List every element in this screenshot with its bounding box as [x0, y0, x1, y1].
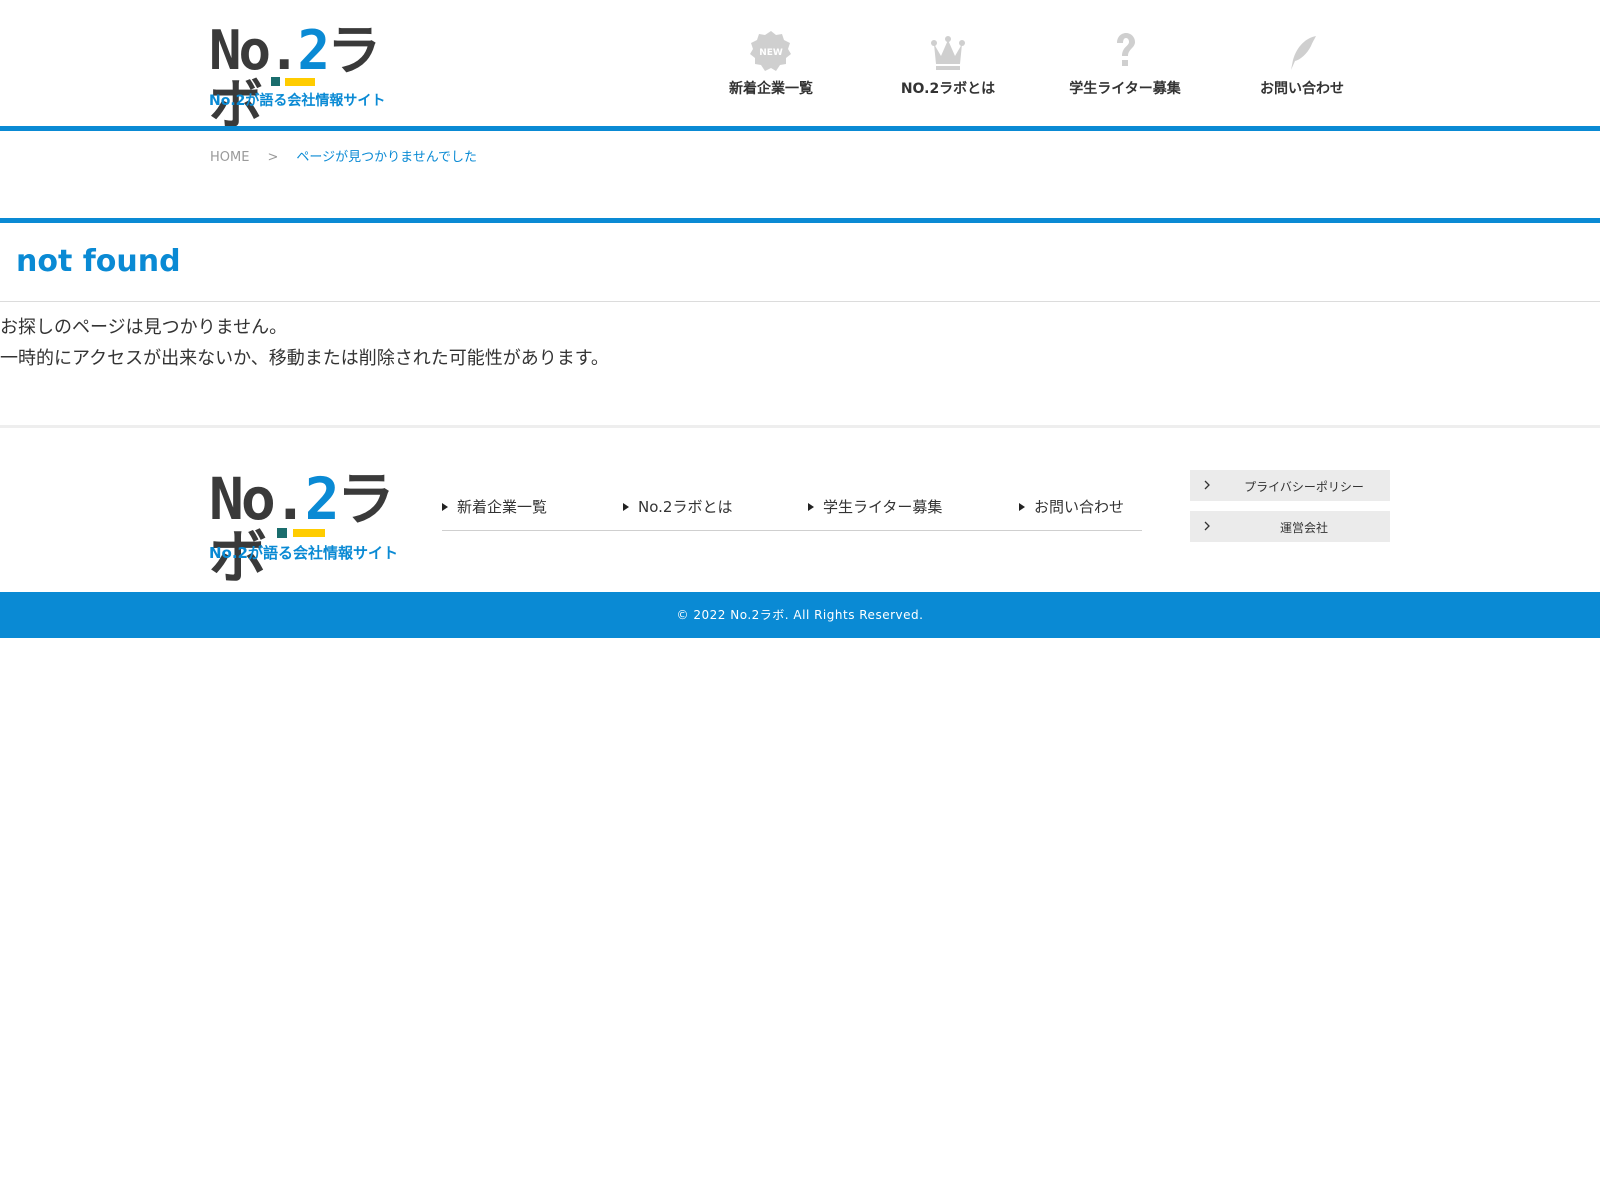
footer-logo-tagline: No.2が語る会社情報サイト [209, 544, 398, 562]
feather-pen-icon [1291, 36, 1316, 70]
privacy-policy-label: プライバシーポリシー [1244, 480, 1364, 494]
triangle-right-icon [1019, 503, 1025, 511]
nav-item-new-companies[interactable]: NEW 新着企業一覧 [696, 28, 846, 103]
footer-nav: 新着企業一覧 No.2ラボとは 学生ライター募集 お問い合わせ [442, 493, 1142, 531]
footer-divider [0, 425, 1600, 428]
triangle-right-icon [442, 503, 448, 511]
operating-company-label: 運営会社 [1279, 521, 1328, 535]
footer-nav-student-writer[interactable]: 学生ライター募集 [808, 496, 942, 517]
logo-square-mark [271, 77, 280, 86]
content-divider [0, 218, 1600, 223]
not-found-message-line1: お探しのページは見つかりません。 [0, 317, 288, 338]
page-title: not found [16, 244, 181, 279]
privacy-policy-button[interactable]: プライバシーポリシー [1190, 470, 1390, 501]
not-found-message-line2: 一時的にアクセスが出来ないか、移動または削除された可能性があります。 [0, 348, 609, 369]
main-nav: NEW 新着企業一覧 NO.2ラボとは 学生ライター募集 お問い合わせ [696, 28, 1356, 103]
header-divider [0, 126, 1600, 131]
footer-logo-square-mark [277, 528, 287, 538]
copyright-text: © 2022 No.2ラボ. All Rights Reserved. [676, 608, 924, 622]
copyright-bar: © 2022 No.2ラボ. All Rights Reserved. [0, 592, 1600, 638]
breadcrumb: HOME > ページが見つかりませんでした [210, 146, 477, 165]
nav-item-about[interactable]: NO.2ラボとは [873, 28, 1023, 103]
logo-underline-mark [285, 78, 315, 86]
site-logo[interactable]: No.2ラボ No.2が語る会社情報サイト [209, 14, 386, 132]
triangle-right-icon [808, 503, 814, 511]
footer-nav-about[interactable]: No.2ラボとは [623, 496, 732, 517]
logo-tagline: No.2が語る会社情報サイト [209, 93, 386, 109]
chevron-right-icon [1204, 521, 1210, 531]
chevron-right-icon [1204, 480, 1210, 490]
nav-label: お問い合わせ [1260, 81, 1344, 97]
crown-icon [931, 36, 965, 70]
footer-logo-underline-mark [293, 529, 325, 537]
operating-company-button[interactable]: 運営会社 [1190, 511, 1390, 542]
breadcrumb-current: ページが見つかりませんでした [296, 150, 478, 165]
nav-label: 学生ライター募集 [1069, 81, 1181, 97]
title-divider [0, 301, 1600, 302]
triangle-right-icon [623, 503, 629, 511]
footer-nav-contact[interactable]: お問い合わせ [1019, 496, 1124, 517]
svg-text:NEW: NEW [759, 48, 783, 58]
question-mark-icon [1117, 33, 1135, 66]
nav-item-contact[interactable]: お問い合わせ [1227, 28, 1377, 103]
nav-label: 新着企業一覧 [729, 81, 813, 97]
footer-logo-wordmark: No.2ラボ [209, 465, 395, 591]
footer-logo[interactable]: No.2ラボ No.2が語る会社情報サイト [209, 458, 398, 586]
nav-item-student-writer[interactable]: 学生ライター募集 [1050, 28, 1200, 103]
breadcrumb-separator: > [267, 150, 279, 165]
breadcrumb-home-link[interactable]: HOME [210, 150, 249, 165]
footer-nav-new-companies[interactable]: 新着企業一覧 [442, 496, 547, 517]
site-header: No.2ラボ No.2が語る会社情報サイト NEW 新着企業一覧 NO.2ラボと… [0, 0, 1600, 132]
nav-label: NO.2ラボとは [900, 81, 996, 97]
new-badge-icon: NEW [750, 31, 791, 71]
